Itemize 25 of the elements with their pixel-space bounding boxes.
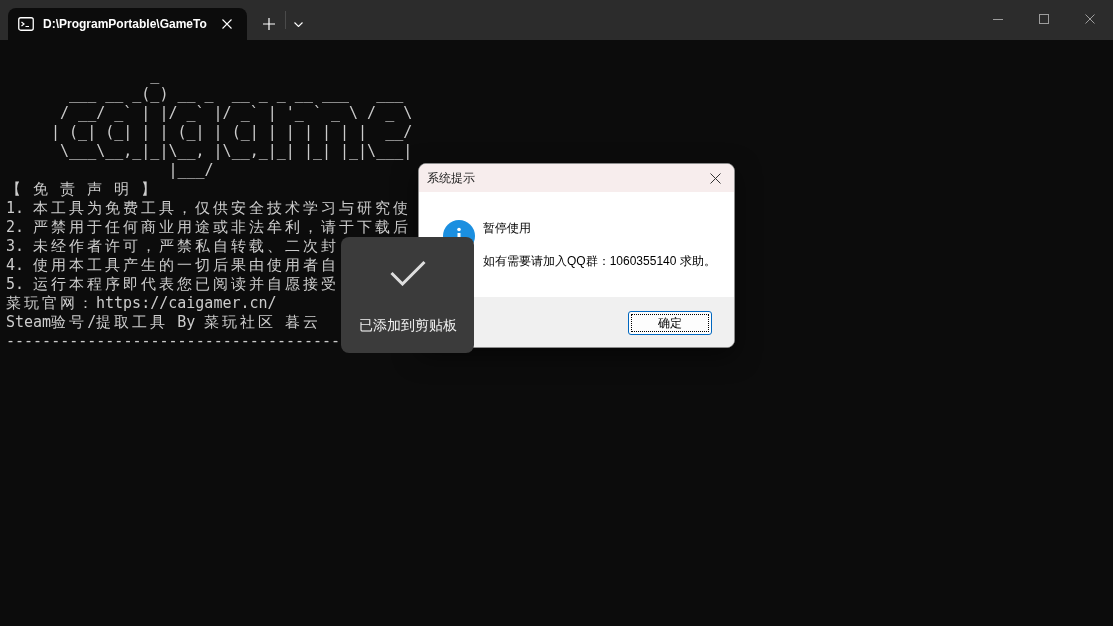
- ascii-art-logo: _ ___ __ _(_) __ _ __ _ _ __ ___ ___ / __/ _` | |/ _` |/ _` | '_ ` _ \ / _ \ | (_| (_| | | (_| | (_| | | | | | | __/ \___\__,_|_|\__, |\__,_|_| |_| |_|\___| |___/: [50, 66, 413, 180]
- terminal-line: 菜玩官网：https://caigamer.cn/: [6, 294, 277, 313]
- terminal-line: 4. 使用本工具产生的一切后果由使用者自: [6, 256, 340, 275]
- terminal-tab[interactable]: D:\ProgramPortable\GameTo: [8, 8, 247, 40]
- message-text: 如有需要请加入QQ群：1060355140 求助。: [483, 253, 716, 269]
- terminal-icon: [18, 16, 34, 32]
- close-icon: [709, 172, 721, 184]
- terminal-line: 【 免 责 声 明 】: [6, 180, 160, 199]
- dialog-title: 系统提示: [427, 170, 475, 187]
- terminal-line: -------------------------------------: [6, 332, 341, 351]
- terminal-line: 3. 未经作者许可，严禁私自转载、二次封: [6, 237, 340, 256]
- chevron-down-icon: [293, 21, 303, 27]
- terminal-line: 2. 严禁用于任何商业用途或非法牟利，请于下载后: [6, 218, 412, 237]
- message-heading: 暂停使用: [483, 220, 532, 236]
- close-icon: [1085, 14, 1095, 24]
- terminal-line: 1. 本工具为免费工具，仅供安全技术学习与研究使: [6, 199, 412, 218]
- minimize-icon: [993, 18, 1003, 20]
- terminal-line: 5. 运行本程序即代表您已阅读并自愿接受: [6, 275, 340, 294]
- plus-icon: [263, 18, 275, 30]
- ok-button[interactable]: 确定: [628, 311, 712, 335]
- maximize-icon: [1039, 14, 1049, 24]
- checkmark-icon: [389, 260, 426, 286]
- terminal-line: Steam验号/提取工具 By 菜玩社区 暮云: [6, 313, 322, 332]
- close-icon: [222, 19, 232, 29]
- toast-message: 已添加到剪贴板: [358, 316, 457, 335]
